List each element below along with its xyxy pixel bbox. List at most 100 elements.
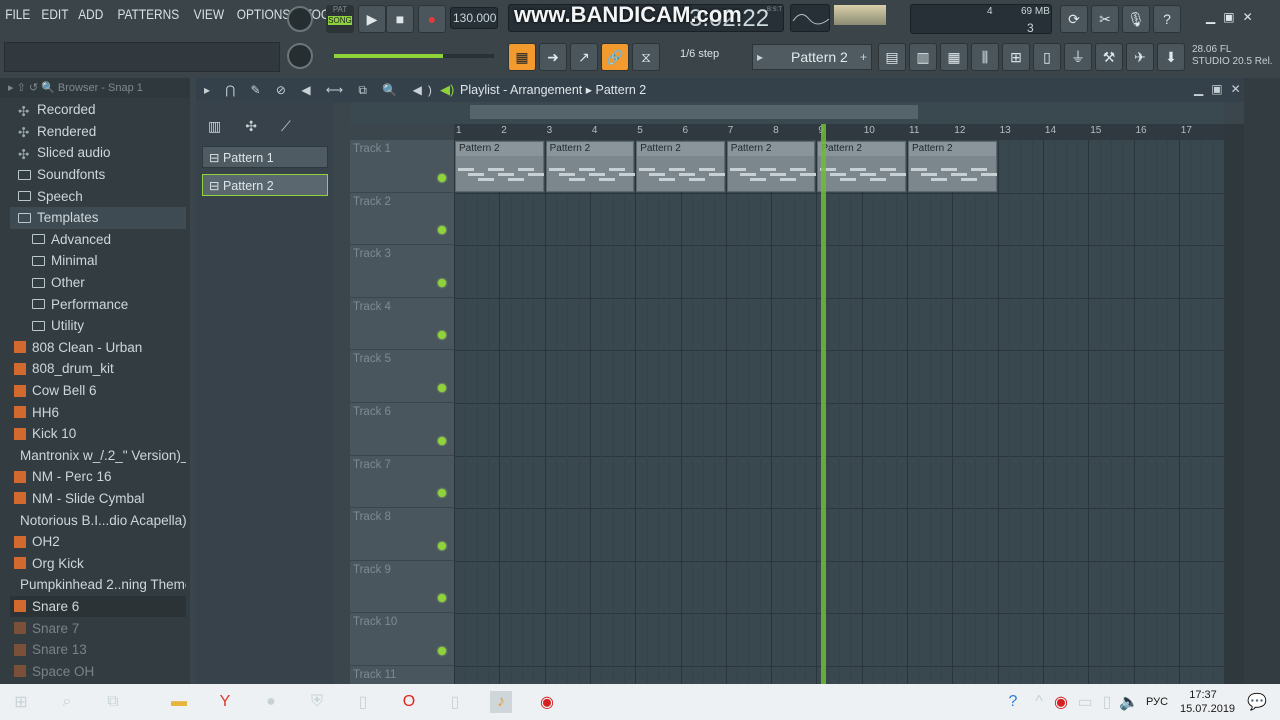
channel-rack-button[interactable]: ▦ <box>940 43 968 71</box>
pat-song-switch[interactable]: PAT SONG <box>326 5 354 33</box>
record-button[interactable]: ● <box>418 5 446 33</box>
undo-button[interactable]: ⟳ <box>1060 5 1088 33</box>
vertical-scrollbar[interactable] <box>1224 124 1244 684</box>
pattern-clip[interactable]: Pattern 2 <box>636 141 726 192</box>
track-header[interactable]: Track 10 <box>350 613 454 666</box>
master-volume-slider[interactable] <box>334 54 494 58</box>
track-header[interactable]: Track 5 <box>350 350 454 403</box>
notification-icon[interactable]: 💬 <box>1246 691 1268 713</box>
task-view-icon[interactable]: ⧉ <box>102 691 124 713</box>
playlist-button[interactable]: ▤ <box>878 43 906 71</box>
tools-button[interactable]: ⚒ <box>1095 43 1123 71</box>
track-enable-led[interactable] <box>438 278 446 287</box>
tempo-display[interactable]: 130.000 <box>450 7 498 29</box>
document-icon[interactable]: ▯ <box>352 691 374 713</box>
browser-item[interactable]: Utility <box>10 315 186 337</box>
browser-button[interactable]: ⊞ <box>1002 43 1030 71</box>
track-enable-led[interactable] <box>438 226 446 235</box>
track-header[interactable]: Track 2 <box>350 193 454 246</box>
plugin-button[interactable]: ⏚ <box>1064 43 1092 71</box>
browser-item[interactable]: Performance <box>10 293 186 315</box>
piano-roll-button[interactable]: ▥ <box>909 43 937 71</box>
minimize-icon[interactable]: ▁ <box>1194 82 1203 96</box>
stop-button[interactable]: ■ <box>386 5 414 33</box>
track-enable-led[interactable] <box>438 331 446 340</box>
menu-item[interactable]: ADD <box>76 6 106 30</box>
chevron-up-icon[interactable]: ^ <box>1028 691 1050 713</box>
browser-item[interactable]: 808_drum_kit <box>10 358 186 380</box>
track-enable-led[interactable] <box>438 541 446 550</box>
pattern-clip[interactable]: Pattern 2 <box>817 141 907 192</box>
browser-item[interactable]: Advanced <box>10 229 186 251</box>
pattern-clip[interactable]: Pattern 2 <box>908 141 997 192</box>
language-indicator[interactable]: РУС <box>1146 696 1168 708</box>
track-enable-led[interactable] <box>438 594 446 603</box>
browser-item[interactable]: Org Kick <box>10 552 186 574</box>
track-header[interactable]: Track 7 <box>350 456 454 509</box>
metronome-button[interactable]: ⧖ <box>632 43 660 71</box>
arrow-icon[interactable]: ▸ ⇧ ↺ 🔍 <box>8 82 58 94</box>
pattern-clip[interactable]: Pattern 2 <box>455 141 544 192</box>
help-icon[interactable]: ? <box>1002 691 1024 713</box>
browser-item[interactable]: Minimal <box>10 250 186 272</box>
browser-item[interactable]: ✣ Sliced audio <box>10 142 186 164</box>
record-icon[interactable]: ◉ <box>536 691 558 713</box>
master-pitch-knob[interactable] <box>287 43 313 69</box>
browser-item[interactable]: NM - Perc 16 <box>10 466 186 488</box>
shortcut-button[interactable]: ✈ <box>1126 43 1154 71</box>
pattern-selector[interactable]: ▸ Pattern 2 + <box>752 44 872 70</box>
record-tray-icon[interactable]: ◉ <box>1050 691 1072 713</box>
track-enable-led[interactable] <box>438 383 446 392</box>
menu-item[interactable]: OPTIONS <box>235 6 294 30</box>
link-button[interactable]: 🔗 <box>601 43 629 71</box>
picker-tabs[interactable]: ▥✣⟋ <box>208 118 315 135</box>
pattern-item-selected[interactable]: ⊟ Pattern 2 <box>202 174 328 196</box>
maximize-icon[interactable]: ▣ <box>1223 10 1234 24</box>
playlist-tools[interactable]: ▸ ⋂ ✎ ⊘ ◀ ⟷ ⧉ 🔍 ◀) <box>204 83 438 98</box>
mixer-button[interactable]: ⫼ <box>971 43 999 71</box>
track-enable-led[interactable] <box>438 646 446 655</box>
track-enable-led[interactable] <box>438 173 446 182</box>
browser-item[interactable]: Templates <box>10 206 186 229</box>
browser-item[interactable]: Notorious B.I...dio Acapella)_6 <box>10 509 186 531</box>
scroll-thumb[interactable] <box>470 105 918 119</box>
browser-item[interactable]: Kick 10 <box>10 423 186 445</box>
browser-item[interactable]: Cow Bell 6 <box>10 380 186 402</box>
master-volume-knob[interactable] <box>287 6 313 32</box>
mic-button[interactable]: 🎙 <box>1122 5 1150 33</box>
track-header[interactable]: Track 1 <box>350 140 454 193</box>
browser-item[interactable]: Space OH <box>10 660 186 682</box>
track-enable-led[interactable] <box>438 489 446 498</box>
plus-icon[interactable]: + <box>860 50 867 64</box>
volume-icon[interactable]: 🔈 <box>1118 691 1140 713</box>
game-icon[interactable]: ● <box>260 691 282 713</box>
shield-icon[interactable]: ⛨ <box>306 691 328 713</box>
track-header[interactable]: Track 4 <box>350 298 454 351</box>
menu-item[interactable]: FILE <box>3 6 33 30</box>
piano-view-button[interactable]: ▦ <box>508 43 536 71</box>
clock[interactable]: 17:37 15.07.2019 <box>1180 688 1235 716</box>
slide-button[interactable]: ↗ <box>570 43 598 71</box>
download-button[interactable]: ⬇ <box>1157 43 1185 71</box>
browser-item[interactable]: HH6 <box>10 401 186 423</box>
browser-item[interactable]: NM - Slide Cymbal <box>10 488 186 510</box>
browser-item[interactable]: Other <box>10 272 186 294</box>
document-icon[interactable]: ▯ <box>444 691 466 713</box>
opera-icon[interactable]: O <box>398 691 420 713</box>
close-icon[interactable]: ✕ <box>1243 10 1253 24</box>
browser-item[interactable]: Soundfonts <box>10 164 186 186</box>
browser-item[interactable]: Snare 6 <box>10 595 186 618</box>
yandex-icon[interactable]: Y <box>214 691 236 713</box>
browser-item[interactable]: Speech <box>10 185 186 207</box>
menu-item[interactable]: VIEW <box>191 6 227 30</box>
close-icon[interactable]: ✕ <box>1231 82 1241 96</box>
playhead[interactable] <box>820 124 826 684</box>
search-icon[interactable]: ⌕ <box>56 691 78 713</box>
menu-item[interactable]: EDIT <box>38 6 70 30</box>
track-header[interactable]: Track 9 <box>350 561 454 614</box>
next-button[interactable]: ➜ <box>539 43 567 71</box>
network-icon[interactable]: ▭ <box>1074 691 1096 713</box>
menu-item[interactable]: PATTERNS <box>115 6 182 30</box>
maximize-icon[interactable]: ▣ <box>1211 82 1222 96</box>
snap-selector[interactable]: 1/6 step <box>680 48 719 60</box>
